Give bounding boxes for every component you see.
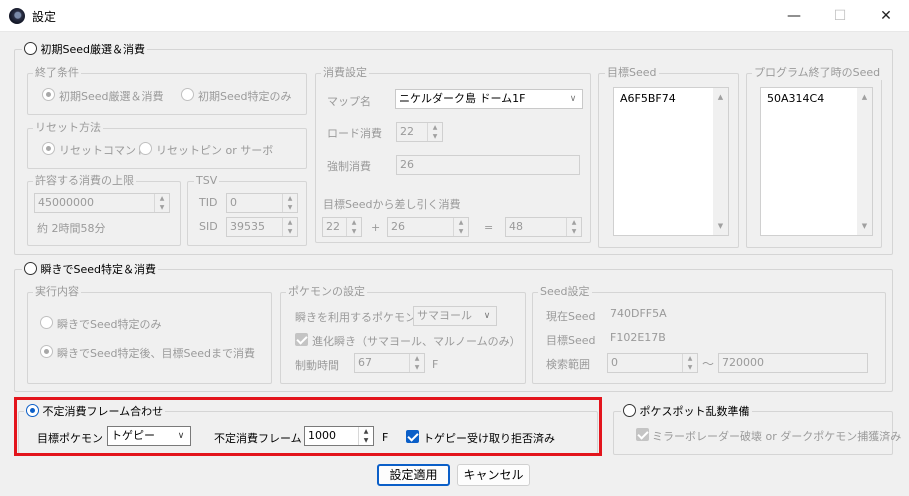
force-input[interactable]: 26: [396, 155, 580, 175]
evolution-blink-checkbox[interactable]: [295, 333, 308, 346]
scroll-up-icon: ▲: [717, 93, 724, 101]
maximize-button: ☐: [817, 0, 863, 32]
brake-time-unit: F: [432, 358, 439, 371]
scroll-up-icon: ▲: [861, 93, 868, 101]
target-seed-item[interactable]: A6F5BF74: [620, 92, 676, 105]
initial-seed-label: 初期Seed厳選＆消費: [40, 43, 146, 56]
sid-label: SID: [199, 220, 218, 233]
blink-seed-radio[interactable]: [24, 262, 37, 275]
blink-mode-label-2: 瞬きでSeed特定後、目標Seedまで消費: [57, 347, 255, 360]
pokespot-radio[interactable]: [623, 404, 636, 417]
end-cond-label-2: 初期Seed特定のみ: [198, 90, 292, 103]
scroll-down-icon: ▼: [861, 222, 868, 230]
target-seed2-value: F102E17B: [607, 329, 707, 349]
section-pokespot-header[interactable]: ポケスポット乱数準備: [621, 404, 752, 419]
map-select[interactable]: ニケルダーク島 ドーム1F ∨: [395, 89, 583, 109]
seed-settings-legend: Seed設定: [538, 285, 592, 299]
highlight-box: [14, 397, 602, 456]
cancel-button[interactable]: キャンセル: [457, 464, 530, 486]
reset-radio-1[interactable]: [42, 142, 55, 155]
blink-mode-radio-1[interactable]: [40, 316, 53, 329]
subtract-a-input[interactable]: 22 ▲ ▼: [322, 217, 362, 237]
limit-legend: 許容する消費の上限: [33, 174, 136, 188]
section-initial-seed-header[interactable]: 初期Seed厳選＆消費: [22, 42, 147, 57]
reset-radio-2[interactable]: [139, 142, 152, 155]
target-seed-list[interactable]: A6F5BF74 ▲ ▼: [613, 87, 729, 236]
mirror-radar-label: ミラーボレーダー破壊 or ダークポケモン捕獲済み: [652, 430, 902, 443]
range-to-input[interactable]: 720000: [718, 353, 868, 373]
target-seed-scrollbar[interactable]: ▲ ▼: [713, 88, 728, 235]
current-seed-value: 740DFF5A: [607, 305, 707, 325]
consume-legend: 消費設定: [321, 66, 369, 80]
end-seed-list[interactable]: 50A314C4 ▲ ▼: [760, 87, 873, 236]
blink-pokemon-select[interactable]: サマヨール ∨: [413, 306, 497, 326]
map-label: マップ名: [327, 95, 371, 108]
range-tilde: 〜: [702, 357, 715, 371]
tid-input[interactable]: 0 ▲ ▼: [226, 193, 298, 213]
range-from-input[interactable]: 0 ▲ ▼: [607, 353, 698, 373]
section-blink-seed-header[interactable]: 瞬きでSeed特定＆消費: [22, 262, 158, 277]
reset-label-2: リセットピン or サーボ: [156, 144, 274, 157]
brake-time-input[interactable]: 67 ▲ ▼: [354, 353, 425, 373]
current-seed-label: 現在Seed: [546, 310, 596, 323]
equals-sign: =: [484, 221, 494, 234]
target-seed2-label: 目標Seed: [546, 334, 596, 347]
pokemon-settings-legend: ポケモンの設定: [286, 285, 367, 299]
end-cond-radio-1[interactable]: [42, 88, 55, 101]
load-input[interactable]: 22 ▲ ▼: [396, 122, 443, 142]
scroll-down-icon: ▼: [717, 222, 724, 230]
blink-seed-label: 瞬きでSeed特定＆消費: [40, 263, 157, 276]
end-cond-radio-2[interactable]: [181, 88, 194, 101]
search-range-label: 検索範囲: [546, 358, 590, 371]
maximize-icon: ☐: [833, 8, 847, 24]
blink-mode-label-1: 瞬きでSeed特定のみ: [57, 318, 162, 331]
evolution-blink-label: 進化瞬き（サマヨール、マルノームのみ）: [312, 335, 521, 348]
target-seed-legend: 目標Seed: [605, 66, 659, 80]
tid-label: TID: [199, 196, 218, 209]
blink-mode-legend: 実行内容: [33, 285, 81, 299]
chevron-down-icon: ∨: [569, 94, 577, 104]
minimize-button[interactable]: —: [771, 0, 817, 32]
window-title: 設定: [32, 10, 57, 24]
close-icon: ✕: [880, 8, 892, 24]
tsv-legend: TSV: [194, 174, 220, 188]
subtract-b-input[interactable]: 26 ▲ ▼: [387, 217, 469, 237]
brake-time-label: 制動時間: [295, 359, 339, 372]
limit-note: 約 2時間58分: [37, 222, 106, 235]
app-icon: [9, 8, 25, 24]
reset-method-legend: リセット方法: [33, 121, 103, 135]
reset-label-1: リセットコマンド: [59, 144, 147, 157]
initial-seed-radio[interactable]: [24, 42, 37, 55]
blink-pokemon-label: 瞬きを利用するポケモン: [295, 311, 416, 324]
close-button[interactable]: ✕: [863, 0, 909, 32]
chevron-down-icon: ∨: [483, 311, 491, 321]
sid-input[interactable]: 39535 ▲ ▼: [226, 217, 298, 237]
plus-sign: +: [371, 221, 381, 234]
end-condition-legend: 終了条件: [33, 66, 81, 80]
load-label: ロード消費: [327, 127, 382, 140]
end-seed-item[interactable]: 50A314C4: [767, 92, 824, 105]
limit-group: [27, 181, 181, 246]
force-label: 強制消費: [327, 160, 371, 173]
minimize-icon: —: [787, 8, 801, 24]
apply-button[interactable]: 設定適用: [377, 464, 450, 486]
end-cond-label-1: 初期Seed厳選＆消費: [59, 90, 164, 103]
mirror-radar-checkbox[interactable]: [636, 428, 649, 441]
pokespot-label: ポケスポット乱数準備: [639, 405, 750, 418]
subtract-label: 目標Seedから差し引く消費: [323, 198, 461, 211]
blink-mode-radio-2[interactable]: [40, 345, 53, 358]
end-seed-legend: プログラム終了時のSeed: [752, 66, 883, 80]
blink-mode-group: [27, 292, 272, 384]
end-seed-scrollbar[interactable]: ▲ ▼: [857, 88, 872, 235]
limit-input[interactable]: 45000000 ▲ ▼: [34, 193, 170, 213]
subtract-result-input[interactable]: 48 ▲ ▼: [505, 217, 582, 237]
